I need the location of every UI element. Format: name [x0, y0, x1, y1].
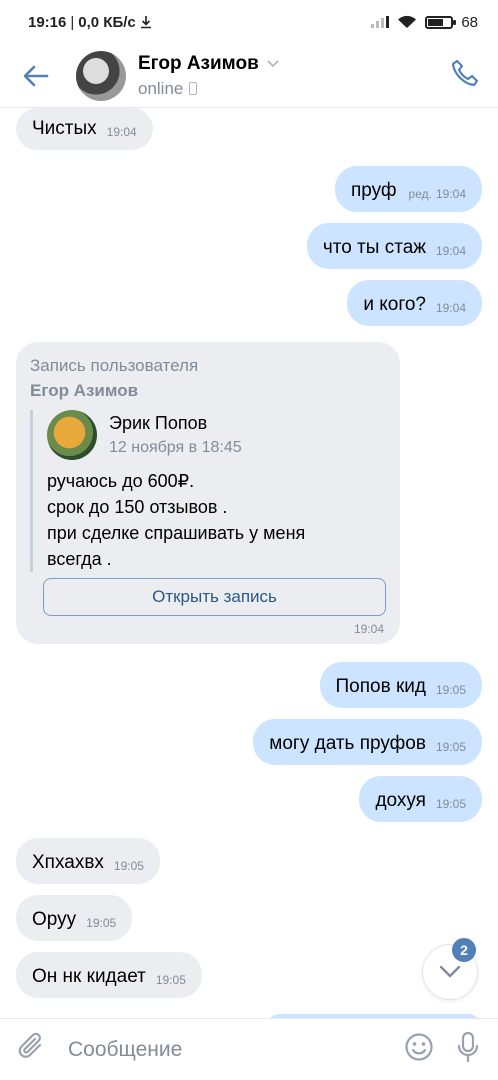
message-time: 19:05	[155, 973, 186, 987]
message-text: Он нк кидает	[32, 966, 146, 987]
message-out[interactable]: пруф ред. 19:04	[334, 166, 482, 212]
phone-icon	[451, 59, 479, 87]
chat-header: Егор Азимов online	[0, 44, 498, 108]
status-right: 68	[371, 14, 478, 31]
status-bar: 19:16 | 0,0 КБ/с 68	[0, 0, 498, 44]
message-text: могу дать пруфов	[269, 733, 426, 754]
message-out[interactable]: что ты стаж 19:04	[306, 223, 482, 269]
post-author-avatar[interactable]	[47, 410, 97, 460]
microphone-icon	[457, 1031, 479, 1063]
chevron-down-icon	[439, 965, 461, 978]
post-author-info: Эрик Попов 12 ноября в 18:45	[109, 413, 242, 457]
back-button[interactable]	[0, 65, 72, 87]
unread-badge: 2	[452, 938, 476, 962]
smile-icon	[405, 1033, 433, 1061]
wifi-icon	[398, 15, 417, 28]
call-button[interactable]	[450, 58, 480, 93]
sticker-button[interactable]	[404, 1032, 434, 1067]
message-text: Чистых	[32, 118, 97, 139]
message-input[interactable]: Сообщение	[68, 1038, 382, 1062]
download-icon	[140, 16, 151, 29]
post-text-line: ручаюсь до 600₽.	[47, 471, 195, 491]
mobile-icon	[189, 82, 198, 95]
message-in[interactable]: Оруу 19:05	[16, 895, 133, 941]
open-post-button[interactable]: Открыть запись	[43, 578, 386, 616]
post-text-line: всегда .	[47, 549, 112, 569]
message-time: 19:05	[435, 797, 466, 811]
message-text: дохуя	[375, 790, 426, 811]
post-text-line: срок до 150 отзывов .	[47, 497, 228, 517]
paperclip-icon	[18, 1032, 42, 1058]
message-edited: ред.	[408, 187, 432, 201]
post-caption: Запись пользователя	[30, 356, 199, 375]
net-speed: 0,0 КБ/с	[78, 13, 136, 31]
message-text: и кого?	[363, 294, 426, 315]
message-text: Попов кид	[335, 676, 426, 697]
chevron-down-icon	[267, 59, 279, 67]
message-list[interactable]: Чистых 19:04 пруф ред. 19:04 что ты стаж…	[0, 108, 498, 1018]
composer: Сообщение	[0, 1018, 498, 1080]
message-in[interactable]: Чистых 19:04	[16, 108, 153, 150]
message-text: Хпхахвх	[32, 852, 104, 873]
message-text: Оруу	[32, 909, 77, 930]
message-out[interactable]: Попов кид 19:05	[319, 662, 482, 708]
message-time: 19:04	[106, 125, 137, 139]
divider: |	[70, 13, 75, 31]
message-in[interactable]: Он нк кидает 19:05	[16, 952, 202, 998]
message-out[interactable]: могу дать пруфов 19:05	[253, 719, 482, 765]
message-time: 19:04	[435, 187, 466, 201]
clock: 19:16	[28, 13, 67, 31]
message-time: 19:04	[353, 622, 384, 636]
post-body: Эрик Попов 12 ноября в 18:45 ручаюсь до …	[30, 410, 386, 572]
battery-icon	[425, 15, 457, 29]
message-time: 19:04	[435, 244, 466, 258]
peer-info[interactable]: Егор Азимов online	[138, 53, 279, 99]
message-text: что ты стаж	[322, 237, 426, 258]
attach-button[interactable]	[18, 1032, 46, 1067]
post-text: ручаюсь до 600₽. срок до 150 отзывов . п…	[47, 468, 386, 572]
wall-post-attachment[interactable]: Запись пользователя Егор Азимов Эрик Поп…	[16, 342, 400, 644]
battery-fill	[428, 18, 443, 26]
message-out[interactable]: и кого? 19:04	[347, 280, 482, 326]
message-time: 19:05	[86, 916, 117, 930]
peer-name: Егор Азимов	[138, 52, 259, 74]
message-time: 19:05	[435, 740, 466, 754]
post-date: 12 ноября в 18:45	[109, 439, 242, 456]
message-out[interactable]: дохуя 19:05	[359, 776, 482, 822]
message-in[interactable]: Хпхахвх 19:05	[16, 838, 160, 884]
message-time: 19:05	[113, 859, 144, 873]
peer-status: online	[138, 78, 184, 98]
avatar[interactable]	[76, 50, 126, 101]
post-owner: Егор Азимов	[30, 381, 139, 400]
peer-name-row: Егор Азимов	[138, 53, 279, 75]
message-text: пруф	[350, 180, 397, 201]
voice-button[interactable]	[456, 1031, 480, 1068]
post-author[interactable]: Эрик Попов	[109, 413, 242, 434]
post-text-line: при сделке спрашивать у меня	[47, 523, 306, 543]
arrow-left-icon	[23, 65, 49, 86]
signal-icon	[371, 16, 390, 28]
message-time: 19:05	[435, 683, 466, 697]
battery-percent: 68	[461, 13, 478, 31]
status-left: 19:16 | 0,0 КБ/с	[28, 14, 152, 31]
message-time: 19:04	[435, 301, 466, 315]
post-author-row: Эрик Попов 12 ноября в 18:45	[47, 410, 386, 460]
peer-status-row: online	[138, 79, 279, 99]
